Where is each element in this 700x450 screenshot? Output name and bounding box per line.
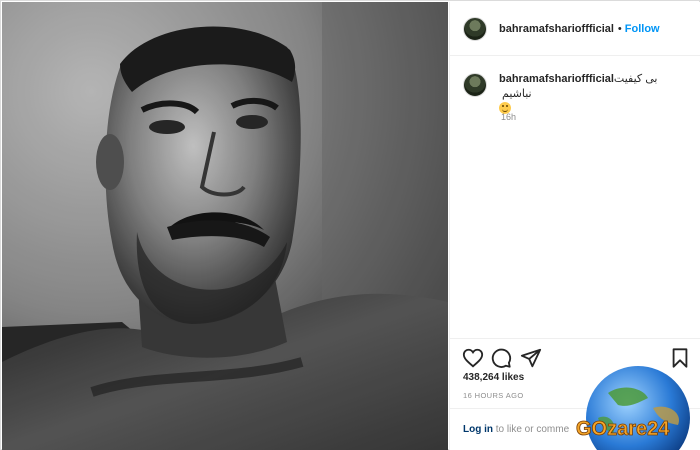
- login-link[interactable]: Log in: [463, 424, 493, 435]
- comment-avatar[interactable]: [463, 73, 487, 97]
- follow-button[interactable]: Follow: [625, 23, 660, 35]
- comment-body: bahramafsharioffficialبی کیفیت نباشیم: [499, 72, 693, 117]
- comment-username[interactable]: bahramafsharioffficial: [499, 73, 614, 85]
- share-icon[interactable]: [520, 347, 542, 369]
- watermark-text: GOzare24: [576, 418, 670, 440]
- post-header: bahramafsharioffficial • Follow: [450, 2, 700, 56]
- avatar[interactable]: [463, 16, 487, 41]
- likes-count[interactable]: 438,264 likes: [463, 372, 524, 383]
- watermark-logo: GOzare24: [576, 366, 690, 450]
- post-image[interactable]: [2, 2, 448, 450]
- heart-icon[interactable]: [462, 347, 484, 369]
- comment-time[interactable]: 16h: [501, 112, 516, 122]
- caption-comment: bahramafsharioffficialبی کیفیت نباشیم: [463, 72, 693, 117]
- login-prompt-text: to like or comme: [495, 424, 570, 435]
- author-username[interactable]: bahramafsharioffficial: [499, 23, 614, 35]
- post-dialog: bahramafsharioffficial • Follow bahramaf…: [0, 0, 700, 450]
- comment-icon[interactable]: [490, 347, 512, 369]
- post-timestamp[interactable]: 16 HOURS AGO: [463, 391, 524, 400]
- separator-dot: •: [617, 22, 622, 35]
- portrait-photo: [2, 2, 448, 450]
